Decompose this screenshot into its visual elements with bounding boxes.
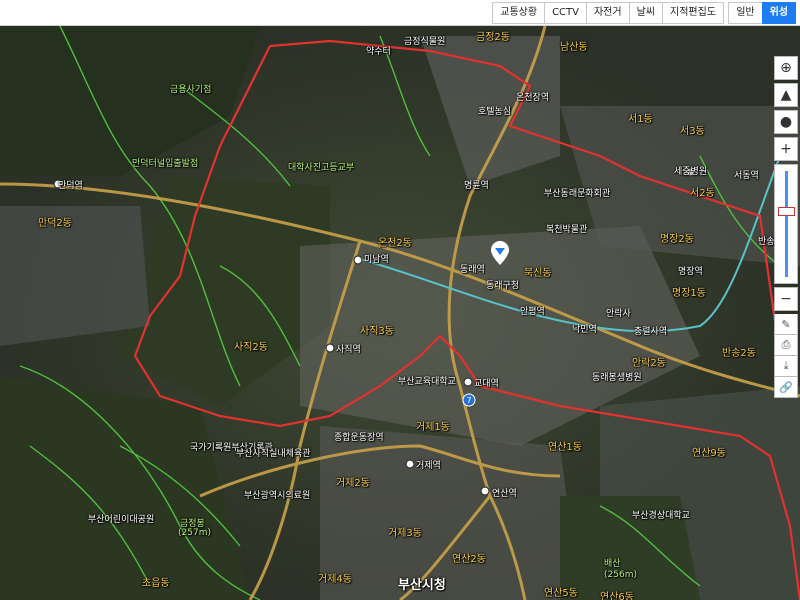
poi-label: 부산경상대학교 [632, 511, 690, 521]
dong-label: 연산1동 [548, 442, 582, 453]
station-label: 명장역 [678, 267, 703, 277]
map-controls: ⊕ ▲ ● + − ✎ ⎙ ⤓ 🔗 [774, 56, 798, 398]
station-label: 온천장역 [516, 93, 550, 103]
zoom-slider[interactable] [774, 164, 798, 284]
poi-label: 동래구청 [486, 281, 520, 291]
elevation-label: (256m) [604, 570, 637, 580]
station-label: 안평역 [520, 307, 545, 317]
station-label: 서동역 [734, 171, 759, 181]
layer-weather-button[interactable]: 날씨 [628, 2, 663, 24]
poi-label: 만덕터널입출발점 [132, 159, 199, 169]
link-icon[interactable]: 🔗 [774, 377, 798, 398]
station-label: 낙민역 [572, 325, 597, 335]
station-label: 교대역 [474, 379, 499, 389]
dong-label: 서1동 [628, 114, 653, 125]
dong-label: 연산6동 [600, 592, 634, 600]
dong-label: 거제4동 [318, 574, 352, 585]
dong-label: 서3동 [680, 126, 705, 137]
poi-label: 안락사 [606, 309, 631, 319]
dong-label: 연산9동 [692, 448, 726, 459]
poi-label: 부산어린이대공원 [88, 515, 155, 525]
dong-label: 연산5동 [544, 588, 578, 599]
layer-cadastral-button[interactable]: 지적편집도 [662, 2, 724, 24]
map-mode-buttons: 일반 위성 [728, 2, 796, 24]
compass-icon[interactable]: ⊕ [774, 56, 798, 80]
map-toolbar: 교통상황 CCTV 자전거 날씨 지적편집도 일반 위성 [0, 0, 800, 26]
dong-label: 만덕2동 [38, 218, 72, 229]
satellite-map[interactable]: 7 금정2동 남산동 서1동 서3동 서2동 명장2동 명장1동 반송2동 연산… [0, 26, 800, 600]
station-label: 동래역 [460, 265, 485, 275]
poi-label: 복천박물관 [546, 225, 588, 235]
station-label: 종합운동장역 [334, 433, 384, 443]
mode-satellite-button[interactable]: 위성 [761, 2, 796, 24]
dong-label: 명장1동 [672, 288, 706, 299]
svg-text:7: 7 [466, 396, 471, 405]
poi-label: 부산광역시의료원 [244, 491, 311, 501]
dong-label: 사직2동 [234, 342, 268, 353]
station-marker [405, 459, 415, 469]
cityhall-label: 부산시청 [398, 578, 446, 593]
download-icon[interactable]: ⤓ [774, 356, 798, 377]
print-icon[interactable]: ⎙ [774, 335, 798, 356]
dong-label: 거제2동 [336, 478, 370, 489]
map-pin-icon[interactable]: ● [774, 110, 798, 134]
station-label: 충렬사역 [634, 327, 668, 337]
urban-area [0, 206, 150, 346]
poi-label: 부산사직실내체육관 [236, 449, 311, 459]
ruler-icon[interactable]: ✎ [774, 314, 798, 335]
dong-label: 반송2동 [722, 348, 756, 359]
poi-label: 금정식물원 [404, 37, 446, 47]
mode-normal-button[interactable]: 일반 [728, 2, 763, 24]
station-marker [353, 255, 363, 265]
poi-label: 부산교육대학교 [398, 377, 456, 387]
zoom-thumb[interactable] [778, 207, 795, 216]
poi-label: 약수터 [366, 47, 391, 57]
layer-bicycle-button[interactable]: 자전거 [585, 2, 630, 24]
dong-label: 온천2동 [378, 238, 412, 249]
zoom-in-button[interactable]: + [774, 137, 798, 161]
station-label: 만덕역 [58, 181, 83, 191]
dong-label: 명장2동 [660, 234, 694, 245]
location-icon[interactable]: ▲ [774, 83, 798, 107]
station-label: 미남역 [364, 255, 389, 265]
dong-label: 금정2동 [476, 32, 510, 43]
poi-label: 배산 [604, 559, 621, 569]
dong-label: 거제3동 [388, 528, 422, 539]
dong-label: 초읍동 [142, 578, 170, 589]
station-marker [480, 486, 490, 496]
dong-label: 연산2동 [452, 554, 486, 565]
dong-label: 사직3동 [360, 326, 394, 337]
poi-label: 대학사진고등교부 [288, 163, 355, 173]
station-marker [463, 377, 473, 387]
zoom-out-button[interactable]: − [774, 287, 798, 311]
station-label: 거제역 [416, 461, 441, 471]
dong-label: 서2동 [690, 188, 715, 199]
dong-label: 북신동 [524, 268, 552, 279]
layer-traffic-button[interactable]: 교통상황 [492, 2, 546, 24]
poi-label: 세중병원 [674, 167, 708, 177]
poi-label: 부산동래문화회관 [544, 189, 611, 199]
poi-label: 동래봉생병원 [592, 373, 642, 383]
station-label: 명륜역 [464, 181, 489, 191]
station-label: 사직역 [336, 345, 361, 355]
zoom-track [785, 171, 788, 277]
dong-label: 안락2동 [632, 358, 666, 369]
dong-label: 남산동 [560, 42, 588, 53]
layer-cctv-button[interactable]: CCTV [544, 2, 587, 24]
elevation-label: (257m) [178, 528, 211, 538]
dong-label: 거제1동 [416, 422, 450, 433]
poi-label: 금용사기점 [170, 85, 212, 95]
station-label: 연산역 [492, 489, 517, 499]
station-marker [325, 343, 335, 353]
poi-label: 호텔농심 [478, 107, 512, 117]
layer-buttons: 교통상황 CCTV 자전거 날씨 지적편집도 [492, 2, 724, 24]
